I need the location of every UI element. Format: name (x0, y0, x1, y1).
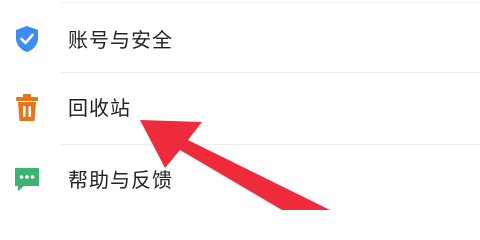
shield-check-icon (16, 26, 38, 52)
menu-item-help-feedback[interactable]: 帮助与反馈 (0, 148, 480, 212)
menu-item-account-security[interactable]: 账号与安全 (0, 8, 480, 72)
menu-item-recycle-bin[interactable]: 回收站 (0, 76, 480, 140)
chat-bubble-icon (15, 168, 39, 191)
top-divider (60, 2, 480, 3)
divider (60, 72, 480, 73)
divider (60, 144, 480, 145)
menu-item-label: 帮助与反馈 (68, 168, 173, 192)
trash-icon (16, 94, 38, 121)
menu-item-label: 回收站 (68, 96, 131, 120)
menu-item-label: 账号与安全 (68, 28, 173, 52)
